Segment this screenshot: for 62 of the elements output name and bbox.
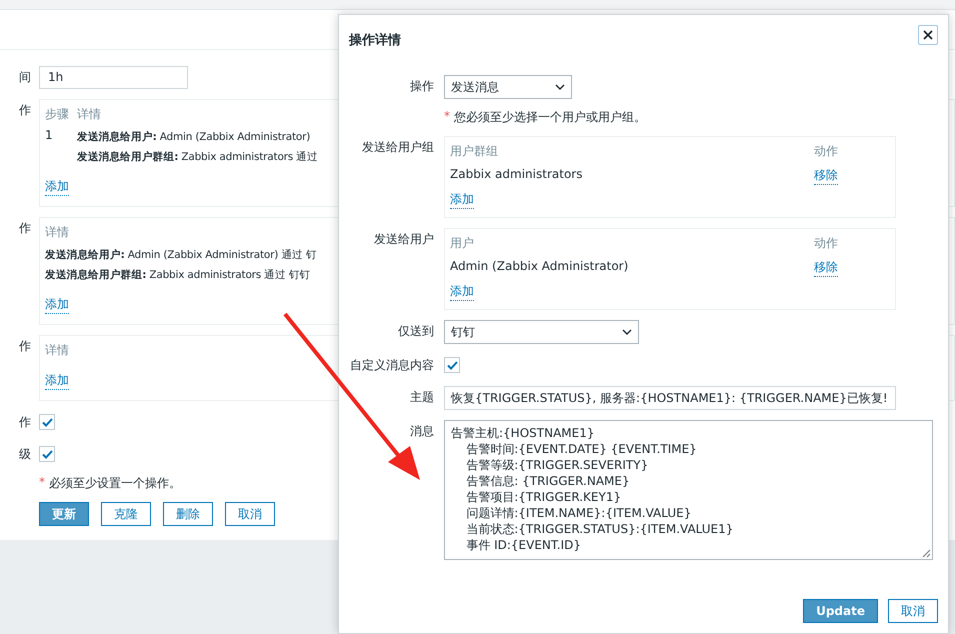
field-label: 作 [18, 338, 31, 355]
media-select[interactable]: 钉钉 [444, 320, 639, 344]
note-text: 必须至少设置一个操作。 [49, 475, 181, 492]
field-label: 作 [18, 220, 31, 237]
operation-select[interactable]: 发送消息 [444, 75, 572, 99]
field-label: 主题 [409, 389, 434, 406]
table-cell-text: Admin (Zabbix Administrator) [450, 259, 628, 275]
close-button[interactable] [918, 25, 938, 45]
operation-detail: 发送消息给用户群组: Zabbix administrators 通过 [77, 150, 318, 165]
dialog-title: 操作详情 [349, 32, 401, 49]
column-header: 详情 [45, 342, 69, 359]
checkbox[interactable] [39, 446, 55, 462]
form-button[interactable]: 删除 [163, 502, 213, 526]
step-number: 1 [45, 128, 54, 144]
caret-icon [622, 329, 632, 335]
field-label: 消息 [409, 423, 434, 440]
form-button[interactable]: 克隆 [101, 502, 151, 526]
check-icon [42, 450, 52, 458]
form-button[interactable]: 取消 [225, 502, 275, 526]
checkbox[interactable] [39, 414, 55, 430]
column-header: 用户群组 [450, 143, 498, 160]
field-label: 作 [18, 102, 31, 119]
field-label: 发送给用户 [373, 231, 434, 248]
column-header: 详情 [45, 224, 69, 241]
operation-detail: 发送消息给用户群组: Zabbix administrators 通过 钉钉 [45, 268, 312, 283]
close-icon [923, 30, 933, 40]
field-label: 间 [18, 69, 31, 86]
field-label: 发送给用户组 [361, 139, 434, 156]
add-link[interactable]: 添加 [45, 372, 69, 390]
column-header: 详情 [77, 106, 101, 123]
subject-field[interactable]: 恢复{TRIGGER.STATUS}, 服务器:{HOSTNAME1}: {TRIGGER.NAME}已恢复! [444, 386, 896, 410]
column-header: 用户 [450, 235, 474, 252]
column-header: 动作 [814, 235, 838, 252]
dialog-button[interactable]: 取消 [888, 599, 938, 623]
remove-link[interactable]: 移除 [814, 259, 838, 277]
check-icon [446, 360, 458, 370]
column-header: 动作 [814, 143, 838, 160]
add-link[interactable]: 添加 [45, 178, 69, 196]
field-label: 自定义消息内容 [349, 357, 434, 374]
dialog-button[interactable]: Update [803, 599, 878, 623]
operation-detail: 发送消息给用户: Admin (Zabbix Administrator) 通过 钉 [45, 248, 317, 263]
add-link[interactable]: 添加 [450, 283, 474, 301]
field-label: 作 [18, 414, 31, 431]
remove-link[interactable]: 移除 [814, 167, 838, 185]
message-field[interactable]: 告警主机:{HOSTNAME1} 告警时间:{EVENT.DATE} {EVENT.TIME} 告警等级:{TRIGGER.SEVERITY} 告警信息: {TRIGGER.NAME} 告警项目:{TRIGGER.KEY1} 问题详情:{ITEM.NAME}:{ITEM.VALUE} 当前状态:{TRIGGER.STATUS}:{ITEM.VALUE1} 事件 ID:{EVENT.ID} [444, 420, 933, 560]
field-label: 级 [18, 446, 31, 463]
field-label: 仅送到 [397, 323, 434, 340]
caret-icon [555, 84, 565, 90]
form-button[interactable]: 更新 [39, 502, 89, 526]
time-field[interactable]: 1h [39, 66, 188, 89]
resize-grip-icon[interactable] [922, 549, 931, 558]
add-link[interactable]: 添加 [45, 296, 69, 314]
note-text: 您必须至少选择一个用户或用户组。 [454, 109, 646, 126]
check-icon [42, 418, 52, 426]
field-label: 操作 [409, 78, 434, 95]
required-mark: * [444, 109, 450, 125]
add-link[interactable]: 添加 [450, 191, 474, 209]
required-mark: * [39, 475, 45, 491]
column-header: 步骤 [45, 106, 69, 123]
checkbox[interactable] [444, 357, 460, 373]
operation-detail: 发送消息给用户: Admin (Zabbix Administrator) [77, 130, 312, 145]
table-cell-text: Zabbix administrators [450, 167, 582, 183]
